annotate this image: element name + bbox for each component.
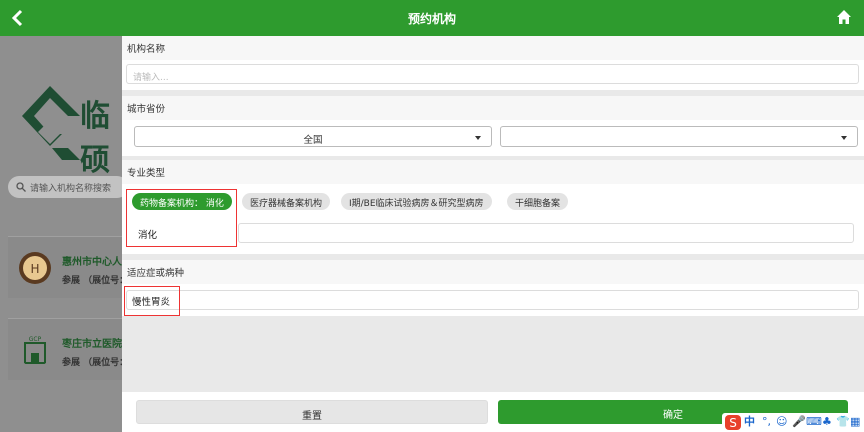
filter-panel: 机构名称 请输入... 城市省份 全国 专业类型 药物备案机构： 消化 医疗器械… <box>122 36 864 432</box>
skin-icon[interactable]: 👕 <box>836 415 850 429</box>
chip-device-filing[interactable]: 医疗器械备案机构 <box>242 193 331 210</box>
page-title: 预约机构 <box>407 12 456 26</box>
indication-section: 慢性胃炎 <box>122 284 864 316</box>
institution-section: 请输入... <box>122 60 864 90</box>
specialty-detail-input[interactable] <box>238 223 854 243</box>
emoji-icon[interactable]: ☺ <box>776 415 787 429</box>
specialty-section: 药物备案机构： 消化 医疗器械备案机构 I期/BE临床试验病房＆研究型病房 干细… <box>122 184 864 254</box>
province-select-value: 全国 <box>303 135 323 146</box>
background-search-input: 请输入机构名称搜索 <box>8 176 122 198</box>
highlight-box <box>126 189 237 247</box>
chip-stem-cell-filing[interactable]: 干细胞备案 <box>507 193 569 210</box>
province-select[interactable]: 全国 <box>134 126 492 147</box>
specialty-label: 专业类型 <box>122 160 864 184</box>
svg-text:H: H <box>30 262 39 276</box>
reset-button[interactable]: 重置 <box>136 400 488 424</box>
hospital-name: 枣庄市立医院 <box>62 339 122 350</box>
search-placeholder: 请输入机构名称搜索 <box>30 184 112 194</box>
logo-mark-icon <box>22 86 80 160</box>
highlight-box <box>124 286 180 316</box>
institution-label: 机构名称 <box>122 36 864 60</box>
top-nav-bar: 预约机构 <box>0 0 864 36</box>
hospital-name: 惠州市中心人民医院 <box>62 257 122 268</box>
indication-label: 适应症或病种 <box>122 260 864 284</box>
chevron-down-icon <box>841 136 847 140</box>
list-item: H 惠州市中心人民医院 参展 （展位号： <box>8 236 122 298</box>
city-select[interactable] <box>500 126 858 147</box>
chevron-down-icon <box>475 136 481 140</box>
gcp-building-icon: GCP <box>24 336 46 364</box>
city-label: 城市省份 <box>122 96 864 120</box>
svg-text:S: S <box>729 416 737 430</box>
list-item: GCP 枣庄市立医院 参展 （展位号： <box>8 318 122 380</box>
home-icon[interactable] <box>836 9 852 25</box>
search-icon <box>16 182 26 192</box>
sogou-logo-icon[interactable]: S <box>725 415 741 430</box>
city-section: 全国 <box>122 120 864 156</box>
indication-input[interactable] <box>126 290 859 310</box>
hospital-logo-icon: H <box>19 252 51 284</box>
menu-grid-icon[interactable]: ▦ <box>850 415 860 429</box>
svg-text:GCP: GCP <box>29 336 42 343</box>
chip-phase1-be-ward[interactable]: I期/BE临床试验病房＆研究型病房 <box>341 193 492 210</box>
logo-text: 临硕 <box>80 99 110 178</box>
institution-name-input[interactable]: 请输入... <box>126 64 859 84</box>
keyboard-icon[interactable]: ⌨ <box>806 415 822 429</box>
microphone-icon[interactable]: 🎤 <box>792 415 806 429</box>
hospital-booth: 参展 （展位号： <box>62 276 122 286</box>
ime-mode-label[interactable]: 中 <box>744 415 755 429</box>
hospital-booth: 参展 （展位号： <box>62 358 122 368</box>
ime-toolbar[interactable]: S 中 °, ☺ 🎤 ⌨ ♣ 👕 ▦ <box>722 413 864 432</box>
toolbox-icon[interactable]: ♣ <box>822 415 832 429</box>
background-page: 临硕 请输入机构名称搜索 H 惠州市中心人民医院 参展 （展位号： GCP 枣庄… <box>0 36 122 432</box>
site-logo: 临硕 <box>18 61 122 191</box>
punctuation-icon[interactable]: °, <box>762 415 771 429</box>
